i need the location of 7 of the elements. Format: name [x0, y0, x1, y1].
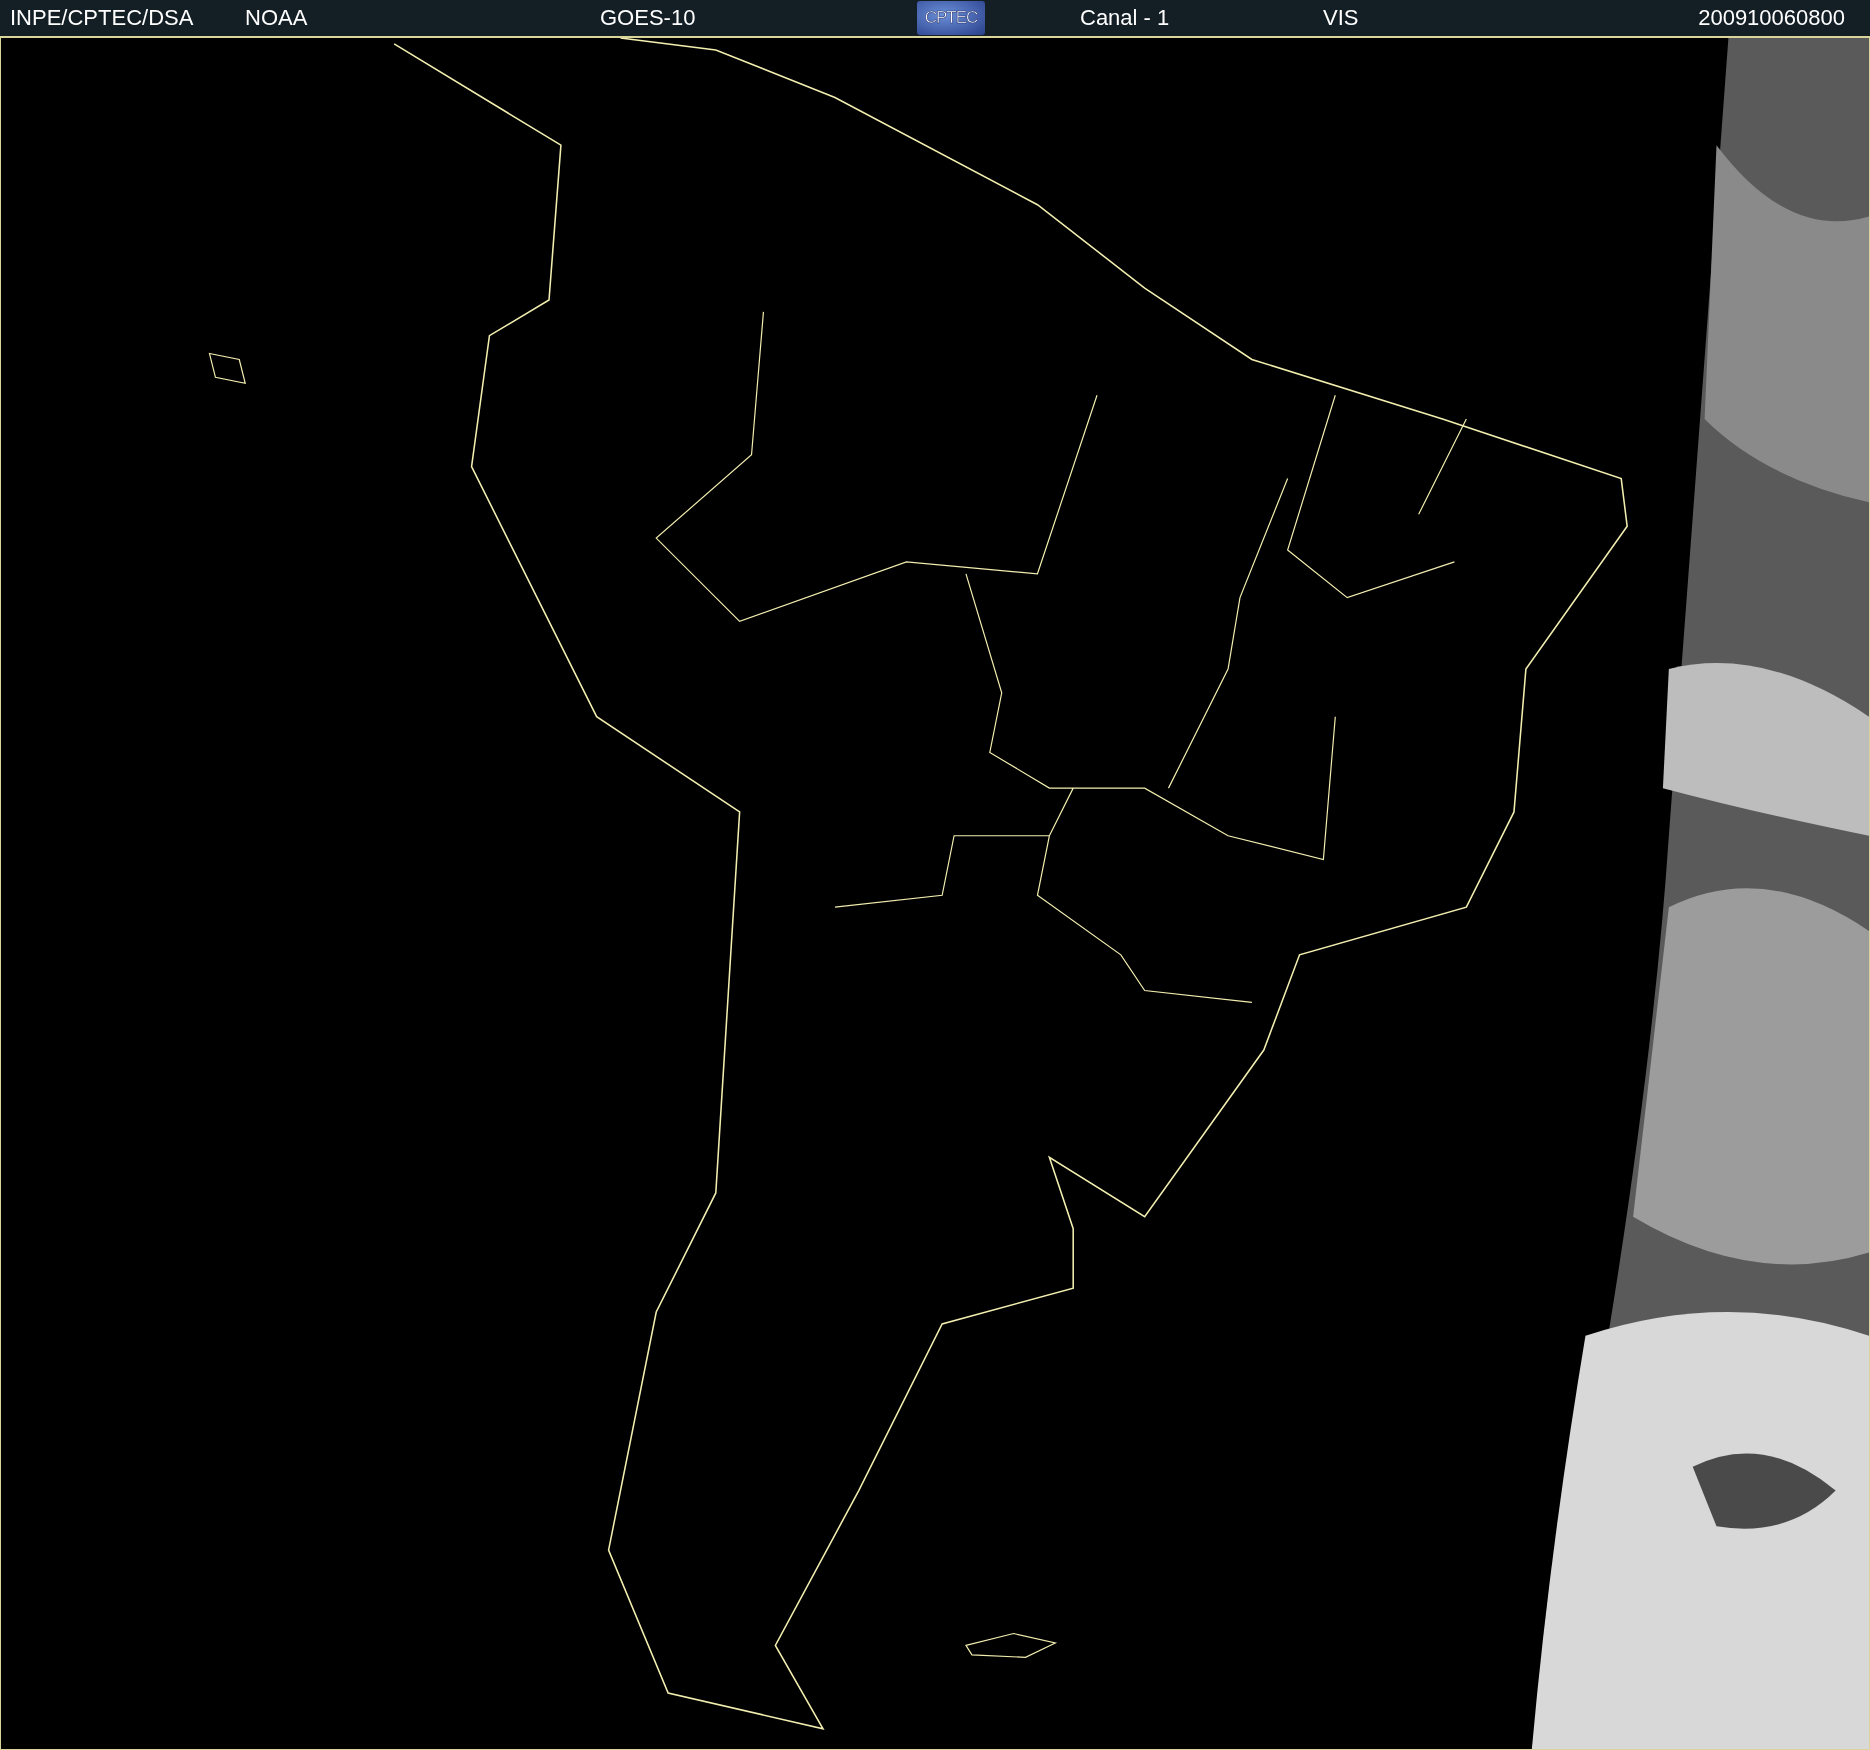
logo: CPTEC: [917, 1, 985, 35]
band-text: VIS: [1323, 5, 1359, 31]
satellite-text: GOES-10: [600, 5, 696, 31]
credit-text: INPE/CPTEC/DSA: [10, 5, 194, 31]
timestamp-text: 200910060800: [1698, 5, 1845, 31]
agency-text: NOAA: [245, 5, 308, 31]
channel-text: Canal - 1: [1080, 5, 1170, 31]
